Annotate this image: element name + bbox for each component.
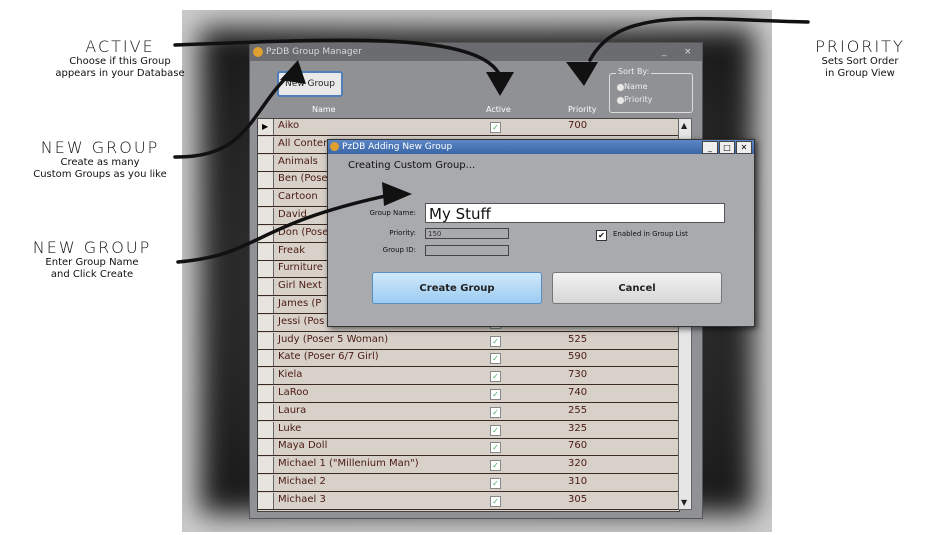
annotation-arrows [173,16,810,264]
arrow-active-head [486,72,514,96]
arrow-group-name [176,193,392,264]
arrow-new-group-head [280,60,306,84]
arrow-priority-head [566,62,598,86]
arrow-new-group [173,70,294,159]
arrow-priority [588,16,810,62]
arrow-group-name-head [382,182,412,206]
arrow-active [173,38,500,74]
